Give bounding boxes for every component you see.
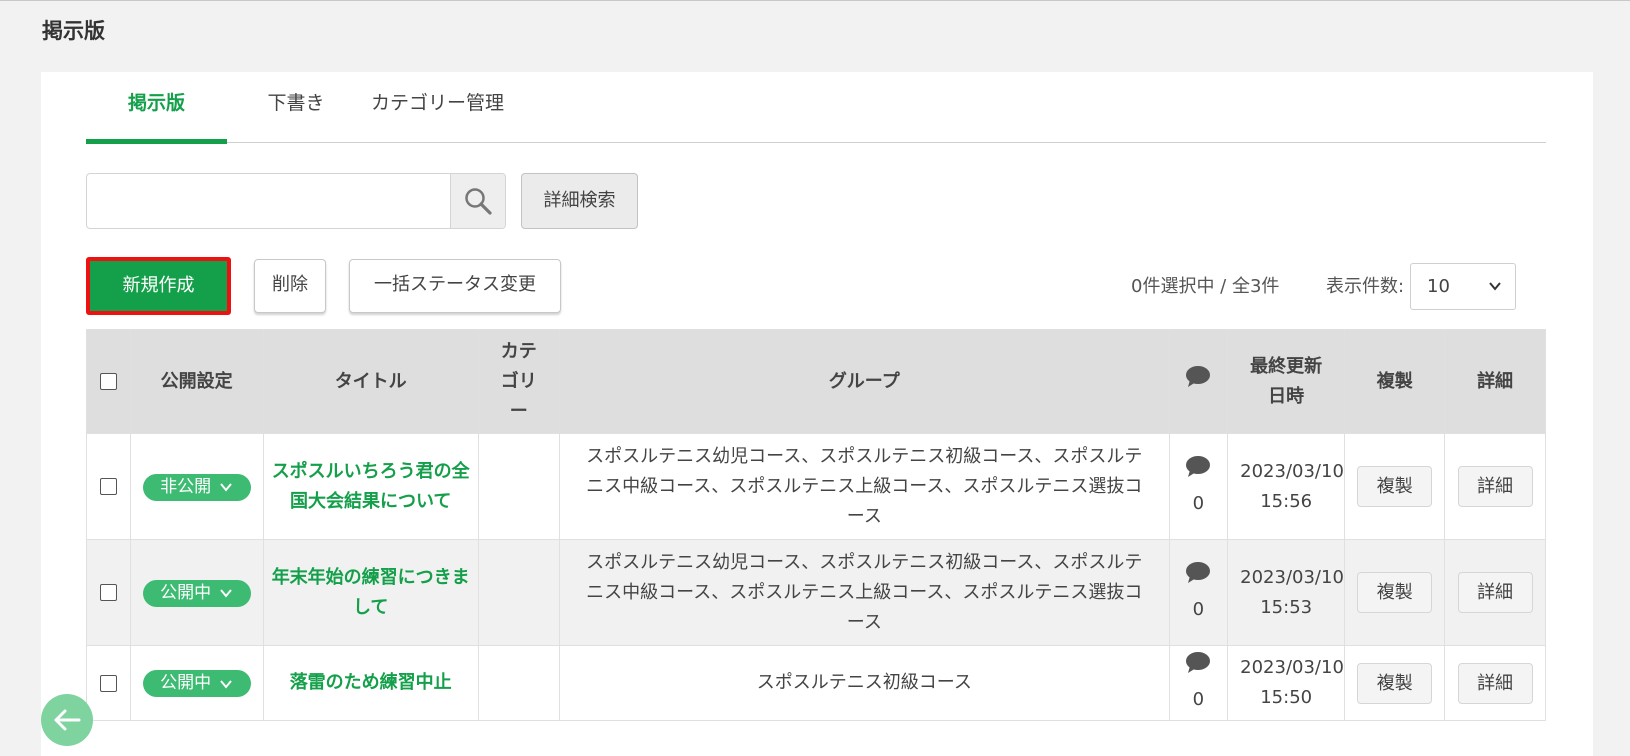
row-group-cell: スポスルテニス幼児コース、スポスルテニス初級コース、スポスルテニス中級コース、ス… <box>558 433 1170 540</box>
search-button[interactable] <box>450 174 505 228</box>
status-dropdown[interactable]: 公開中 <box>142 579 251 607</box>
row-select-cell <box>86 539 131 646</box>
search-icon <box>465 188 492 215</box>
row-group-cell: スポスルテニス幼児コース、スポスルテニス初級コース、スポスルテニス中級コース、ス… <box>558 539 1170 646</box>
updated-datetime: 2023/03/10 15:56 <box>1240 460 1344 512</box>
tab-drafts[interactable]: 下書き <box>261 72 331 143</box>
row-checkbox[interactable] <box>99 584 117 601</box>
row-comments-cell: 0 <box>1168 539 1228 646</box>
duplicate-button[interactable]: 複製 <box>1357 662 1433 704</box>
row-title-cell: 年末年始の練習につきまして <box>262 539 479 646</box>
row-select-cell <box>86 433 131 540</box>
table-header-row: 公開設定 タイトル カテゴリー グループ 最終更新日時 複製 詳細 <box>86 329 1546 434</box>
post-title-link[interactable]: 年末年始の練習につきまして <box>264 563 478 623</box>
row-status-cell: 公開中 <box>129 539 264 646</box>
speech-bubble-icon <box>1186 365 1211 387</box>
comment-count: 0 <box>1192 598 1205 620</box>
chevron-down-icon <box>220 679 232 689</box>
header-publish: 公開設定 <box>129 329 264 434</box>
page-size-value: 10 <box>1427 276 1450 297</box>
bulk-status-change-button[interactable]: 一括ステータス変更 <box>349 259 561 313</box>
post-title-link[interactable]: 落雷のため練習中止 <box>282 668 460 698</box>
table-row: 公開中 落雷のため練習中止 スポスルテニス初級コース 0 2023/03/10 … <box>86 645 1546 721</box>
status-dropdown[interactable]: 公開中 <box>142 670 251 697</box>
updated-datetime: 2023/03/10 15:50 <box>1240 657 1344 708</box>
advanced-search-button[interactable]: 詳細検索 <box>521 173 638 229</box>
status-label: 非公開 <box>160 476 212 497</box>
updated-datetime: 2023/03/10 15:53 <box>1240 566 1344 618</box>
main-panel: 掲示版 下書き カテゴリー管理 詳細検索 新規作成 削除 一括ステータス変更 0… <box>41 72 1593 756</box>
row-comments-cell: 0 <box>1168 433 1228 540</box>
page-title: 掲示版 <box>42 19 105 43</box>
table-row: 非公開 スポスルいちろう君の全国大会結果について スポスルテニス幼児コース、スポ… <box>86 433 1546 540</box>
row-title-cell: 落雷のため練習中止 <box>262 645 479 721</box>
group-list: スポスルテニス幼児コース、スポスルテニス初級コース、スポスルテニス中級コース、ス… <box>586 445 1143 527</box>
header-duplicate: 複製 <box>1344 329 1446 434</box>
row-updated-cell: 2023/03/10 15:50 <box>1226 645 1346 721</box>
back-button[interactable] <box>41 694 93 746</box>
header-comments <box>1168 329 1228 434</box>
search-input[interactable] <box>87 174 451 228</box>
row-detail-cell: 詳細 <box>1444 539 1546 646</box>
page-size-label: 表示件数: <box>1326 276 1405 297</box>
row-duplicate-cell: 複製 <box>1344 645 1446 721</box>
comment-count: 0 <box>1192 492 1205 514</box>
row-status-cell: 公開中 <box>129 645 264 721</box>
row-status-cell: 非公開 <box>129 433 264 540</box>
row-category-cell <box>477 433 560 540</box>
status-dropdown[interactable]: 非公開 <box>142 473 251 501</box>
comment-count: 0 <box>1192 689 1205 710</box>
row-detail-cell: 詳細 <box>1444 645 1546 721</box>
select-all-cell <box>86 329 131 434</box>
header-updated-text: 最終更新日時 <box>1250 355 1323 407</box>
chevron-down-icon <box>220 589 232 598</box>
speech-bubble-icon <box>1186 652 1211 673</box>
chevron-down-icon <box>220 483 232 492</box>
header-category-text: カテゴリー <box>500 340 537 422</box>
selection-status: 0件選択中 / 全3件 <box>1131 276 1280 297</box>
header-group: グループ <box>558 329 1170 434</box>
search-box <box>86 173 506 229</box>
chevron-down-icon <box>1489 282 1501 291</box>
duplicate-button[interactable]: 複製 <box>1357 466 1433 507</box>
select-all-checkbox[interactable] <box>99 373 117 390</box>
post-title-link[interactable]: スポスルいちろう君の全国大会結果について <box>264 457 478 517</box>
row-category-cell <box>477 539 560 646</box>
header-detail: 詳細 <box>1444 329 1546 434</box>
row-checkbox[interactable] <box>99 674 117 692</box>
table-row: 公開中 年末年始の練習につきまして スポスルテニス幼児コース、スポスルテニス初級… <box>86 539 1546 646</box>
group-list: スポスルテニス初級コース <box>756 672 972 693</box>
speech-bubble-icon <box>1186 561 1211 583</box>
status-label: 公開中 <box>160 582 212 603</box>
row-comments-cell: 0 <box>1168 645 1228 721</box>
header-updated: 最終更新日時 <box>1226 329 1346 434</box>
row-select-cell <box>86 645 131 721</box>
group-list: スポスルテニス幼児コース、スポスルテニス初級コース、スポスルテニス中級コース、ス… <box>586 551 1143 633</box>
header-title: タイトル <box>262 329 479 434</box>
page-size-select[interactable]: 10 <box>1410 263 1516 310</box>
detail-button[interactable]: 詳細 <box>1457 572 1533 613</box>
detail-button[interactable]: 詳細 <box>1457 662 1533 704</box>
row-updated-cell: 2023/03/10 15:56 <box>1226 433 1346 540</box>
arrow-left-icon <box>54 709 81 731</box>
detail-button[interactable]: 詳細 <box>1457 466 1533 507</box>
row-group-cell: スポスルテニス初級コース <box>558 645 1170 721</box>
row-updated-cell: 2023/03/10 15:53 <box>1226 539 1346 646</box>
row-title-cell: スポスルいちろう君の全国大会結果について <box>262 433 479 540</box>
header-category: カテゴリー <box>477 329 560 434</box>
new-post-button[interactable]: 新規作成 <box>86 257 231 315</box>
row-duplicate-cell: 複製 <box>1344 433 1446 540</box>
status-label: 公開中 <box>160 673 212 693</box>
tab-category-management[interactable]: カテゴリー管理 <box>365 72 510 143</box>
row-duplicate-cell: 複製 <box>1344 539 1446 646</box>
tab-bar: 掲示版 下書き カテゴリー管理 <box>86 72 1546 144</box>
row-category-cell <box>477 645 560 721</box>
posts-table: 公開設定 タイトル カテゴリー グループ 最終更新日時 複製 詳細 非公開 スポ… <box>86 329 1546 721</box>
speech-bubble-icon <box>1186 455 1211 477</box>
delete-button[interactable]: 削除 <box>254 259 326 313</box>
row-detail-cell: 詳細 <box>1444 433 1546 540</box>
tab-bulletin[interactable]: 掲示版 <box>86 72 227 144</box>
row-checkbox[interactable] <box>99 478 117 495</box>
duplicate-button[interactable]: 複製 <box>1357 572 1433 613</box>
